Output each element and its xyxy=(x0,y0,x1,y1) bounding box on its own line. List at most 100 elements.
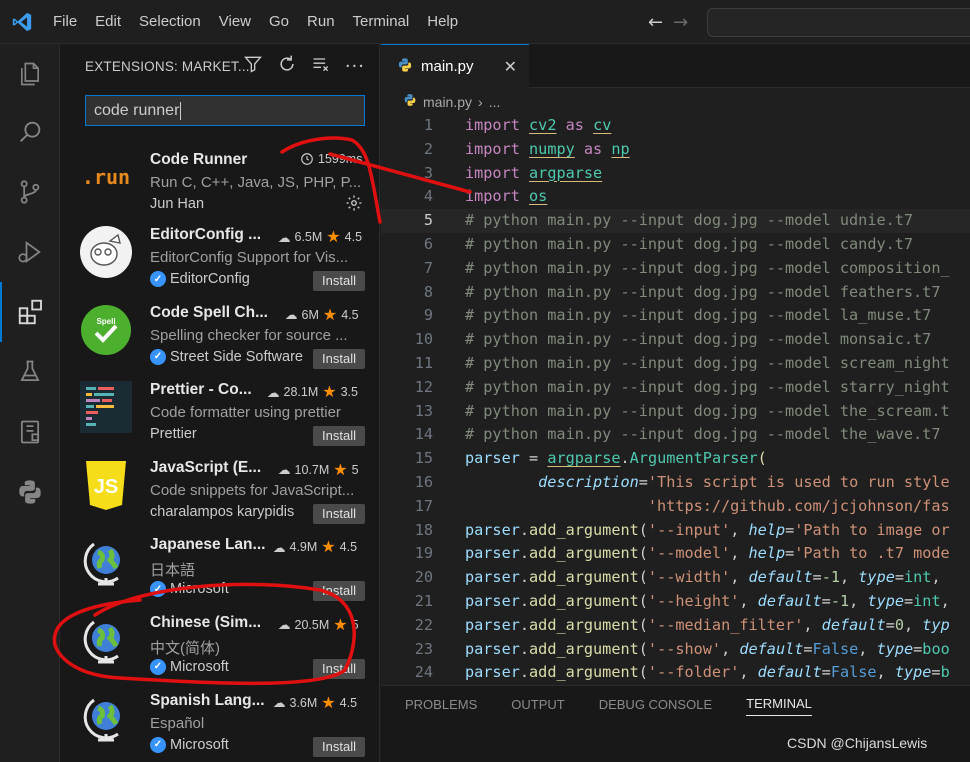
extension-item-code-runner[interactable]: .run Code Runner 1599ms Run C, C++, Java… xyxy=(60,139,379,216)
python-file-icon xyxy=(397,57,413,77)
star-icon: ★ xyxy=(321,694,336,712)
download-icon: ☁ xyxy=(278,618,291,633)
code-editor[interactable]: 1 import cv2 as cv 2 import numpy as np 3i… xyxy=(381,114,970,684)
command-center-search[interactable] xyxy=(707,8,970,37)
install-button[interactable]: Install xyxy=(313,581,365,602)
sidebar-title: EXTENSIONS: MARKET... xyxy=(85,58,250,74)
verified-badge-icon: ✓ xyxy=(150,348,166,365)
navigation-arrows: ← → xyxy=(648,12,688,33)
code-runner-logo-icon: .run xyxy=(81,165,131,189)
code-line: 19 parser.add_argument('--model', help='P… xyxy=(381,542,970,566)
breadcrumb-file[interactable]: main.py xyxy=(423,94,472,110)
verified-badge-icon: ✓ xyxy=(150,581,166,598)
download-count: 10.7M xyxy=(294,462,330,477)
extension-description: EditorConfig Support for Vis... xyxy=(150,249,349,266)
line-number: 9 xyxy=(423,306,433,325)
tab-label: main.py xyxy=(421,58,474,75)
text-cursor xyxy=(180,101,182,120)
python-icon[interactable] xyxy=(0,462,60,522)
more-actions-icon[interactable]: ··· xyxy=(345,56,365,77)
extension-activation-time: 1599ms xyxy=(300,152,362,166)
rating: 4.5 xyxy=(339,540,358,555)
code-line: 24 parser.add_argument('--folder', defaul… xyxy=(381,661,970,684)
remote-explorer-icon[interactable] xyxy=(0,402,60,462)
code-line: 13 # python main.py --input dog.jpg --mod… xyxy=(381,400,970,424)
code-line: 22 parser.add_argument('--median_filter',… xyxy=(381,614,970,638)
verified-badge-icon: ✓ xyxy=(150,736,166,753)
publisher-name: Microsoft xyxy=(170,581,229,598)
spell-checker-logo-icon: Spell xyxy=(80,304,132,356)
download-count: 4.9M xyxy=(289,540,318,555)
testing-icon[interactable] xyxy=(0,342,60,402)
editor-tabs: main.py ✕ xyxy=(381,44,970,88)
extension-publisher: Prettier xyxy=(150,426,197,442)
menu-view[interactable]: View xyxy=(210,0,260,44)
refresh-icon[interactable] xyxy=(277,54,297,78)
code-line: 12 # python main.py --input dog.jpg --mod… xyxy=(381,376,970,400)
extension-stats: ☁ 10.7M ★ 5 xyxy=(278,460,359,480)
install-button[interactable]: Install xyxy=(313,426,365,447)
forward-arrow-icon[interactable]: → xyxy=(673,12,688,33)
tab-problems[interactable]: PROBLEMS xyxy=(405,697,477,716)
extension-item-japanese-language-pack[interactable]: Japanese Lan... ☁ 4.9M ★ 4.5 日本語 ✓ Microsof… xyxy=(60,524,379,602)
install-button[interactable]: Install xyxy=(313,348,365,369)
menu-edit[interactable]: Edit xyxy=(86,0,130,44)
rating: 5 xyxy=(351,462,359,477)
search-icon[interactable] xyxy=(0,102,60,162)
install-button[interactable]: Install xyxy=(313,503,365,524)
extension-description: Code formatter using prettier xyxy=(150,404,341,422)
panel-tabs: PROBLEMS OUTPUT DEBUG CONSOLE TERMINAL xyxy=(381,686,970,726)
tab-terminal[interactable]: TERMINAL xyxy=(746,696,812,716)
menu-help[interactable]: Help xyxy=(418,0,467,44)
extension-item-code-spell-checker[interactable]: Spell Code Spell Ch... ☁ 6M ★ 4.5 Spelling… xyxy=(60,292,379,370)
tab-debug-console[interactable]: DEBUG CONSOLE xyxy=(599,697,712,716)
download-count: 3.6M xyxy=(289,695,318,710)
code-line: 11 # python main.py --input dog.jpg --mod… xyxy=(381,352,970,376)
download-icon: ☁ xyxy=(267,385,280,400)
star-icon: ★ xyxy=(321,539,336,557)
menu-selection[interactable]: Selection xyxy=(130,0,210,44)
close-icon[interactable]: ✕ xyxy=(504,57,517,76)
extensions-icon[interactable] xyxy=(0,282,60,342)
vscode-logo-icon xyxy=(0,0,44,44)
menu-run[interactable]: Run xyxy=(298,0,344,44)
extension-item-javascript-snippets[interactable]: JS JavaScript (E... ☁ 10.7M ★ 5 Code snipp… xyxy=(60,447,379,525)
breadcrumb-more[interactable]: ... xyxy=(489,94,501,110)
editor-area: main.py ✕ main.py › ... 1 import cv2 as c… xyxy=(381,44,970,762)
code-line: 9 # python main.py --input dog.jpg --mode… xyxy=(381,304,970,328)
install-button[interactable]: Install xyxy=(313,271,365,291)
star-icon: ★ xyxy=(333,461,348,479)
extension-description: Español xyxy=(150,714,205,732)
extension-publisher: ✓ Microsoft xyxy=(150,581,229,598)
install-button[interactable]: Install xyxy=(313,736,365,757)
code-line: 23 parser.add_argument('--show', default=… xyxy=(381,638,970,662)
run-debug-icon[interactable] xyxy=(0,222,60,282)
menu-terminal[interactable]: Terminal xyxy=(344,0,419,44)
extension-item-spanish-language-pack[interactable]: Spanish Lang... ☁ 3.6M ★ 4.5 Español ✓ Micr… xyxy=(60,680,379,758)
extension-name: JavaScript (E... xyxy=(150,458,262,476)
breadcrumb: main.py › ... xyxy=(403,93,500,110)
line-number: 17 xyxy=(414,496,433,515)
clear-results-icon[interactable] xyxy=(311,54,331,78)
explorer-icon[interactable] xyxy=(0,44,60,104)
star-icon: ★ xyxy=(326,229,341,246)
tab-output[interactable]: OUTPUT xyxy=(511,697,564,716)
install-button[interactable]: Install xyxy=(313,658,365,679)
globe-icon xyxy=(80,614,132,666)
extension-item-chinese-language-pack[interactable]: Chinese (Sim... ☁ 20.5M ★ 5 中文(简体) ✓ Micros… xyxy=(60,602,379,680)
filter-icon[interactable] xyxy=(243,54,263,78)
line-number: 2 xyxy=(423,139,433,158)
publisher-name: Microsoft xyxy=(170,736,229,753)
source-control-icon[interactable] xyxy=(0,162,60,222)
extension-item-editorconfig[interactable]: EditorConfig ... ☁ 6.5M ★ 4.5 EditorConfig… xyxy=(60,214,379,292)
menu-file[interactable]: File xyxy=(44,0,86,44)
extension-search-input[interactable]: code runner xyxy=(85,95,365,126)
svg-text:JS: JS xyxy=(94,476,118,498)
menu-go[interactable]: Go xyxy=(260,0,298,44)
back-arrow-icon[interactable]: ← xyxy=(648,12,663,33)
chevron-right-icon: › xyxy=(478,93,483,110)
tab-main-py[interactable]: main.py ✕ xyxy=(381,44,529,88)
activation-time: 1599ms xyxy=(318,152,363,166)
extension-item-prettier[interactable]: Prettier - Co... ☁ 28.1M ★ 3.5 Code format… xyxy=(60,369,379,447)
manage-gear-icon[interactable] xyxy=(345,194,363,216)
